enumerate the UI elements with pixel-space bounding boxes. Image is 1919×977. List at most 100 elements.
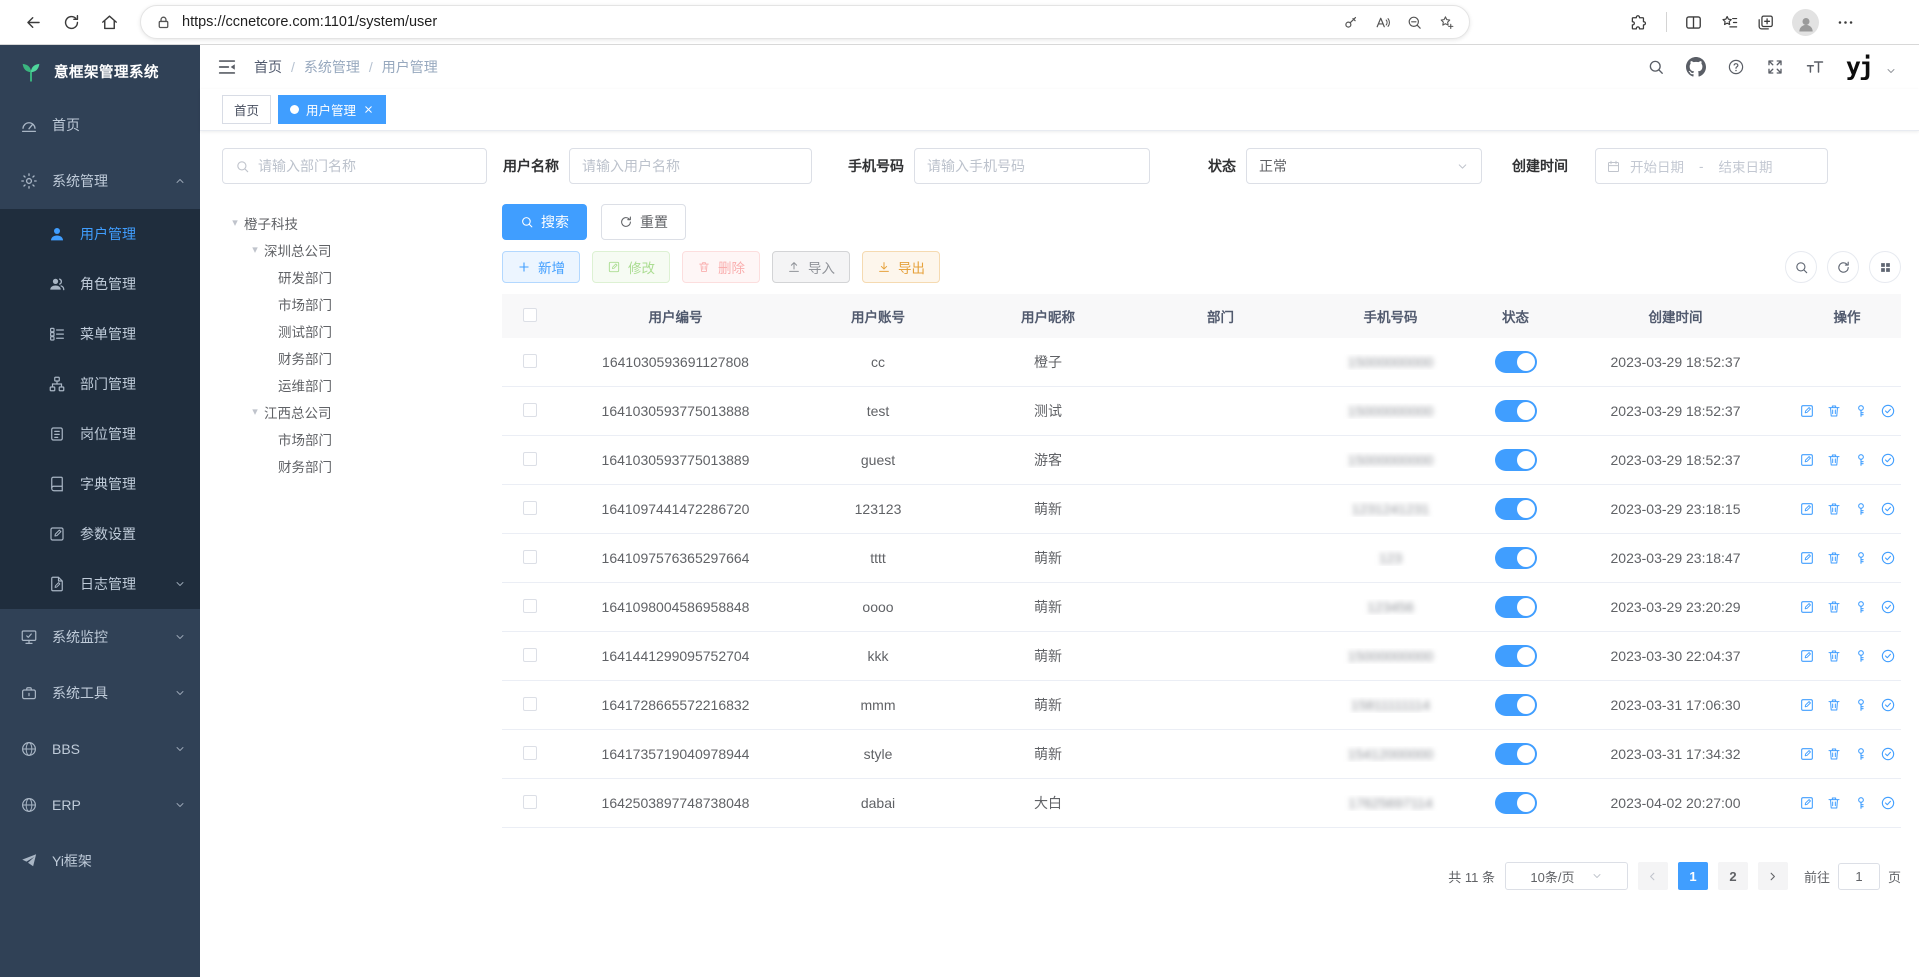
tree-node-dept[interactable]: 财务部门: [222, 344, 487, 371]
phone-field[interactable]: [927, 158, 1137, 174]
row-checkbox[interactable]: [523, 795, 537, 809]
browser-refresh-button[interactable]: [52, 5, 90, 39]
tree-node-branch[interactable]: ▾江西总公司: [222, 398, 487, 425]
page-size-select[interactable]: 10条/页: [1505, 862, 1628, 890]
sidebar-item-departments[interactable]: 部门管理: [0, 359, 200, 409]
tree-node-branch[interactable]: ▾深圳总公司: [222, 236, 487, 263]
sidebar-item-dictionary[interactable]: 字典管理: [0, 459, 200, 509]
dept-name-field[interactable]: [258, 158, 474, 174]
sidebar-item-logs[interactable]: 日志管理: [0, 559, 200, 609]
assign-role-icon[interactable]: [1880, 403, 1896, 419]
reset-password-icon[interactable]: [1853, 697, 1869, 713]
avatar-caret-icon[interactable]: [1885, 65, 1897, 77]
show-search-toggle-button[interactable]: [1785, 251, 1817, 283]
column-settings-button[interactable]: [1869, 251, 1901, 283]
table-row[interactable]: 1641097441472286720 123123 萌新 1231241231…: [502, 485, 1901, 534]
delete-user-icon[interactable]: [1826, 403, 1842, 419]
assign-role-icon[interactable]: [1880, 501, 1896, 517]
bing-chat-icon[interactable]: [1872, 6, 1905, 39]
reset-password-icon[interactable]: [1853, 648, 1869, 664]
phone-input[interactable]: [914, 148, 1150, 184]
page-button-2[interactable]: 2: [1718, 862, 1748, 890]
browser-menu-dots-icon[interactable]: [1836, 13, 1855, 32]
font-size-icon[interactable]: [1805, 57, 1825, 77]
edit-user-icon[interactable]: [1799, 648, 1815, 664]
reset-password-icon[interactable]: [1853, 746, 1869, 762]
edit-user-icon[interactable]: [1799, 403, 1815, 419]
assign-role-icon[interactable]: [1880, 697, 1896, 713]
tree-node-company[interactable]: ▾橙子科技: [222, 209, 487, 236]
edit-user-icon[interactable]: [1799, 746, 1815, 762]
address-bar[interactable]: https://ccnetcore.com:1101/system/user: [140, 5, 1470, 39]
edit-user-icon[interactable]: [1799, 452, 1815, 468]
refresh-table-button[interactable]: [1827, 251, 1859, 283]
username-field[interactable]: [582, 158, 799, 174]
column-header[interactable]: 状态: [1473, 306, 1558, 326]
app-logo[interactable]: 意框架管理系统: [0, 45, 200, 97]
column-header[interactable]: 手机号码: [1308, 306, 1473, 326]
read-aloud-icon[interactable]: [1374, 14, 1391, 31]
sidebar-item-bbs[interactable]: BBS: [0, 721, 200, 777]
row-checkbox[interactable]: [523, 354, 537, 368]
sidebar-item-posts[interactable]: 岗位管理: [0, 409, 200, 459]
assign-role-icon[interactable]: [1880, 648, 1896, 664]
breadcrumb-home[interactable]: 首页: [254, 57, 282, 77]
status-toggle[interactable]: [1495, 596, 1537, 618]
help-icon[interactable]: [1727, 58, 1745, 76]
tree-node-dept[interactable]: 市场部门: [222, 290, 487, 317]
user-avatar[interactable]: yj: [1846, 51, 1872, 83]
delete-user-icon[interactable]: [1826, 452, 1842, 468]
column-header[interactable]: 创建时间: [1558, 306, 1793, 326]
status-toggle[interactable]: [1495, 743, 1537, 765]
tree-node-dept[interactable]: 财务部门: [222, 452, 487, 479]
reset-password-icon[interactable]: [1853, 452, 1869, 468]
row-checkbox[interactable]: [523, 501, 537, 515]
assign-role-icon[interactable]: [1880, 599, 1896, 615]
date-range-picker[interactable]: 开始日期 - 结束日期: [1595, 148, 1828, 184]
sidebar-item-tools[interactable]: 系统工具: [0, 665, 200, 721]
split-screen-icon[interactable]: [1684, 13, 1703, 32]
edit-user-icon[interactable]: [1799, 501, 1815, 517]
edit-user-icon[interactable]: [1799, 550, 1815, 566]
sidebar-item-menus[interactable]: 菜单管理: [0, 309, 200, 359]
fullscreen-icon[interactable]: [1766, 58, 1784, 76]
github-icon[interactable]: [1686, 57, 1706, 77]
table-row[interactable]: 1641097576365297664 tttt 萌新 123 2023-03-…: [502, 534, 1901, 583]
collections-icon[interactable]: [1756, 13, 1775, 32]
table-row[interactable]: 1641030593775013888 test 测试 15000000000 …: [502, 387, 1901, 436]
delete-button[interactable]: 删除: [682, 251, 760, 283]
sidebar-item-users[interactable]: 用户管理: [0, 209, 200, 259]
column-header[interactable]: 用户账号: [793, 306, 963, 326]
status-select[interactable]: 正常: [1246, 148, 1482, 184]
tree-node-dept[interactable]: 市场部门: [222, 425, 487, 452]
table-row[interactable]: 1641441299095752704 kkk 萌新 15000000000 2…: [502, 632, 1901, 681]
table-row[interactable]: 1641735719040978944 style 萌新 15412000000…: [502, 730, 1901, 779]
edit-button[interactable]: 修改: [592, 251, 670, 283]
status-toggle[interactable]: [1495, 547, 1537, 569]
assign-role-icon[interactable]: [1880, 746, 1896, 762]
tree-caret-icon[interactable]: ▾: [246, 243, 264, 256]
browser-home-button[interactable]: [90, 5, 128, 39]
table-row[interactable]: 1642503897748738048 dabai 大白 17625697114…: [502, 779, 1901, 828]
sidebar-item-system[interactable]: 系统管理: [0, 153, 200, 209]
status-toggle[interactable]: [1495, 351, 1537, 373]
delete-user-icon[interactable]: [1826, 501, 1842, 517]
row-checkbox[interactable]: [523, 648, 537, 662]
row-checkbox[interactable]: [523, 452, 537, 466]
select-all-checkbox[interactable]: [523, 308, 537, 322]
reset-password-icon[interactable]: [1853, 501, 1869, 517]
table-row[interactable]: 1641030593691127808 cc 橙子 15000000000 20…: [502, 338, 1901, 387]
sidebar-item-parameters[interactable]: 参数设置: [0, 509, 200, 559]
reset-password-icon[interactable]: [1853, 795, 1869, 811]
tree-caret-icon[interactable]: ▾: [226, 216, 244, 229]
search-button[interactable]: 搜索: [502, 204, 587, 240]
delete-user-icon[interactable]: [1826, 746, 1842, 762]
row-checkbox[interactable]: [523, 599, 537, 613]
delete-user-icon[interactable]: [1826, 599, 1842, 615]
close-tab-icon[interactable]: [363, 104, 374, 115]
assign-role-icon[interactable]: [1880, 550, 1896, 566]
lock-icon[interactable]: [155, 14, 172, 31]
delete-user-icon[interactable]: [1826, 795, 1842, 811]
tab-home[interactable]: 首页: [222, 95, 271, 124]
column-header[interactable]: 操作: [1793, 306, 1901, 326]
